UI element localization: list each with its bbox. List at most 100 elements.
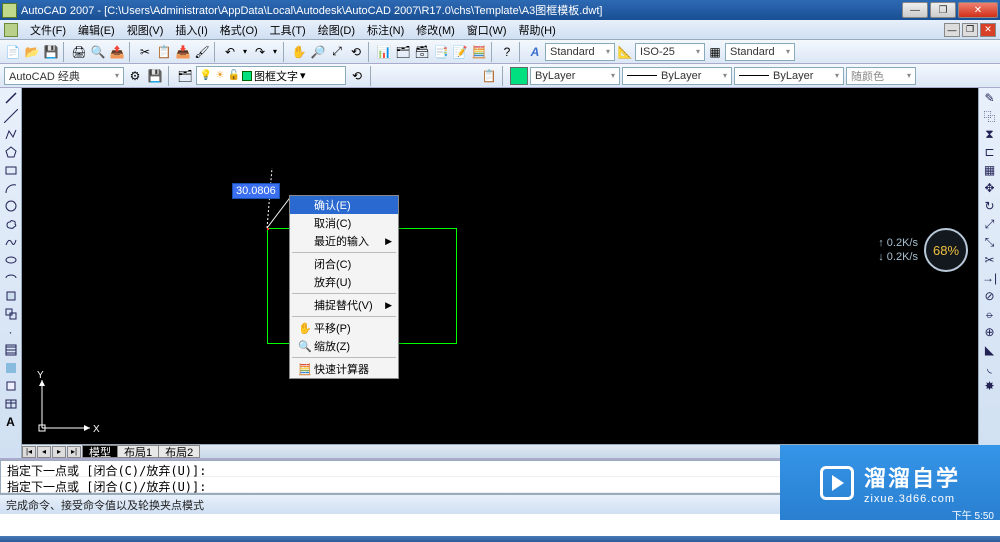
close-button[interactable]: ✕ <box>958 2 998 18</box>
ws-settings-icon[interactable]: ⚙ <box>126 67 144 85</box>
sheet-set-icon[interactable]: 📑 <box>432 43 450 61</box>
dynamic-input[interactable]: 30.0806 <box>232 183 280 199</box>
layer-combo[interactable]: 💡 ☀ 🔓 图框文字 ▾ <box>196 66 346 85</box>
erase-icon[interactable]: ✎ <box>981 90 999 106</box>
offset-icon[interactable]: ⊏ <box>981 144 999 160</box>
mtext-icon[interactable]: A <box>2 414 20 430</box>
ellipse-icon[interactable] <box>2 252 20 268</box>
tab-last-button[interactable]: ▸| <box>67 446 81 458</box>
zoom-win-icon[interactable]: ⤢ <box>328 43 346 61</box>
tab-first-button[interactable]: |◂ <box>22 446 36 458</box>
ctx-recent[interactable]: 最近的输入▶ <box>290 232 398 250</box>
match-prop-icon[interactable]: 🖌 <box>193 43 211 61</box>
quickcalc-icon[interactable]: 🧮 <box>470 43 488 61</box>
rotate-icon[interactable]: ↻ <box>981 198 999 214</box>
tab-layout1[interactable]: 布局1 <box>117 445 159 458</box>
mdi-restore-button[interactable]: ❐ <box>962 23 978 37</box>
ctx-close[interactable]: 闭合(C) <box>290 255 398 273</box>
cut-icon[interactable]: ✂ <box>136 43 154 61</box>
spline-icon[interactable] <box>2 234 20 250</box>
menu-file[interactable]: 文件(F) <box>24 20 72 40</box>
stretch-icon[interactable]: ⤡ <box>981 234 999 250</box>
array-icon[interactable]: ▦ <box>981 162 999 178</box>
chamfer-icon[interactable]: ◣ <box>981 342 999 358</box>
dimstyle-icon[interactable]: 📐 <box>616 43 634 61</box>
new-icon[interactable]: 📄 <box>4 43 22 61</box>
redo-icon[interactable]: ↷ <box>251 43 269 61</box>
point-icon[interactable]: · <box>2 324 20 340</box>
dimstyle-combo[interactable]: ISO-25▾ <box>635 43 705 61</box>
plotstyle-combo[interactable]: 随颜色▾ <box>846 67 916 85</box>
mirror-icon[interactable]: ⧗ <box>981 126 999 142</box>
arc-icon[interactable] <box>2 180 20 196</box>
mdi-minimize-button[interactable]: — <box>944 23 960 37</box>
move-icon[interactable]: ✥ <box>981 180 999 196</box>
fillet-icon[interactable]: ◟ <box>981 360 999 376</box>
color-swatch[interactable] <box>510 67 528 85</box>
ws-save-icon[interactable]: 💾 <box>146 67 164 85</box>
help-icon[interactable]: ? <box>498 43 516 61</box>
pline-icon[interactable] <box>2 126 20 142</box>
menu-dim[interactable]: 标注(N) <box>361 20 410 40</box>
ctx-undo[interactable]: 放弃(U) <box>290 273 398 291</box>
lineweight-combo[interactable]: ByLayer▾ <box>734 67 844 85</box>
open-icon[interactable]: 📂 <box>23 43 41 61</box>
linetype-combo[interactable]: ByLayer▾ <box>622 67 732 85</box>
line-icon[interactable] <box>2 90 20 106</box>
tab-model[interactable]: 模型 <box>82 445 118 458</box>
plot-preview-icon[interactable]: 🔍 <box>89 43 107 61</box>
ctx-quickcalc[interactable]: 🧮快速计算器 <box>290 360 398 378</box>
gradient-icon[interactable] <box>2 360 20 376</box>
menu-tools[interactable]: 工具(T) <box>264 20 312 40</box>
workspace-combo[interactable]: AutoCAD 经典▾ <box>4 67 124 85</box>
tablestyle-combo[interactable]: Standard▾ <box>725 43 795 61</box>
menu-window[interactable]: 窗口(W) <box>461 20 513 40</box>
ctx-cancel[interactable]: 取消(C) <box>290 214 398 232</box>
extend-icon[interactable]: →| <box>981 270 999 286</box>
zoom-prev-icon[interactable]: ⟲ <box>347 43 365 61</box>
undo-dd-icon[interactable]: ▾ <box>240 43 250 61</box>
color-combo[interactable]: ByLayer▾ <box>530 67 620 85</box>
markup-icon[interactable]: 📝 <box>451 43 469 61</box>
tab-next-button[interactable]: ▸ <box>52 446 66 458</box>
taskbar[interactable] <box>0 536 1000 542</box>
menu-modify[interactable]: 修改(M) <box>410 20 461 40</box>
menu-draw[interactable]: 绘图(D) <box>312 20 361 40</box>
trim-icon[interactable]: ✂ <box>981 252 999 268</box>
menu-format[interactable]: 格式(O) <box>214 20 264 40</box>
table-icon[interactable] <box>2 396 20 412</box>
pan-icon[interactable]: ✋ <box>290 43 308 61</box>
tablestyle-icon[interactable]: ▦ <box>706 43 724 61</box>
hatch-icon[interactable] <box>2 342 20 358</box>
ctx-osnap-override[interactable]: 捕捉替代(V)▶ <box>290 296 398 314</box>
tab-prev-button[interactable]: ◂ <box>37 446 51 458</box>
region-icon[interactable] <box>2 378 20 394</box>
copy-obj-icon[interactable]: ⿻ <box>981 108 999 124</box>
polygon-icon[interactable] <box>2 144 20 160</box>
insert-block-icon[interactable] <box>2 288 20 304</box>
mdi-close-button[interactable]: ✕ <box>980 23 996 37</box>
redo-dd-icon[interactable]: ▾ <box>270 43 280 61</box>
menu-view[interactable]: 视图(V) <box>121 20 170 40</box>
maximize-button[interactable]: ❐ <box>930 2 956 18</box>
revcloud-icon[interactable] <box>2 216 20 232</box>
break-icon[interactable]: ⦵ <box>981 306 999 322</box>
circle-icon[interactable] <box>2 198 20 214</box>
tool-pal-icon[interactable]: 🗃 <box>413 43 431 61</box>
layer-mgr-icon[interactable]: 🗂 <box>176 67 194 85</box>
menu-help[interactable]: 帮助(H) <box>513 20 562 40</box>
properties-icon[interactable]: 📊 <box>375 43 393 61</box>
print-icon[interactable]: 🖨 <box>70 43 88 61</box>
scale-icon[interactable]: ⤢ <box>981 216 999 232</box>
ctx-confirm[interactable]: 确认(E) <box>290 196 398 214</box>
save-icon[interactable]: 💾 <box>42 43 60 61</box>
layer-states-icon[interactable]: 📋 <box>480 67 498 85</box>
xline-icon[interactable] <box>2 108 20 124</box>
menu-insert[interactable]: 插入(I) <box>169 20 213 40</box>
textstyle-combo[interactable]: Standard▾ <box>545 43 615 61</box>
menu-edit[interactable]: 编辑(E) <box>72 20 121 40</box>
explode-icon[interactable]: ✸ <box>981 378 999 394</box>
publish-icon[interactable]: 📤 <box>108 43 126 61</box>
zoom-rt-icon[interactable]: 🔎 <box>309 43 327 61</box>
join-icon[interactable]: ⊕ <box>981 324 999 340</box>
